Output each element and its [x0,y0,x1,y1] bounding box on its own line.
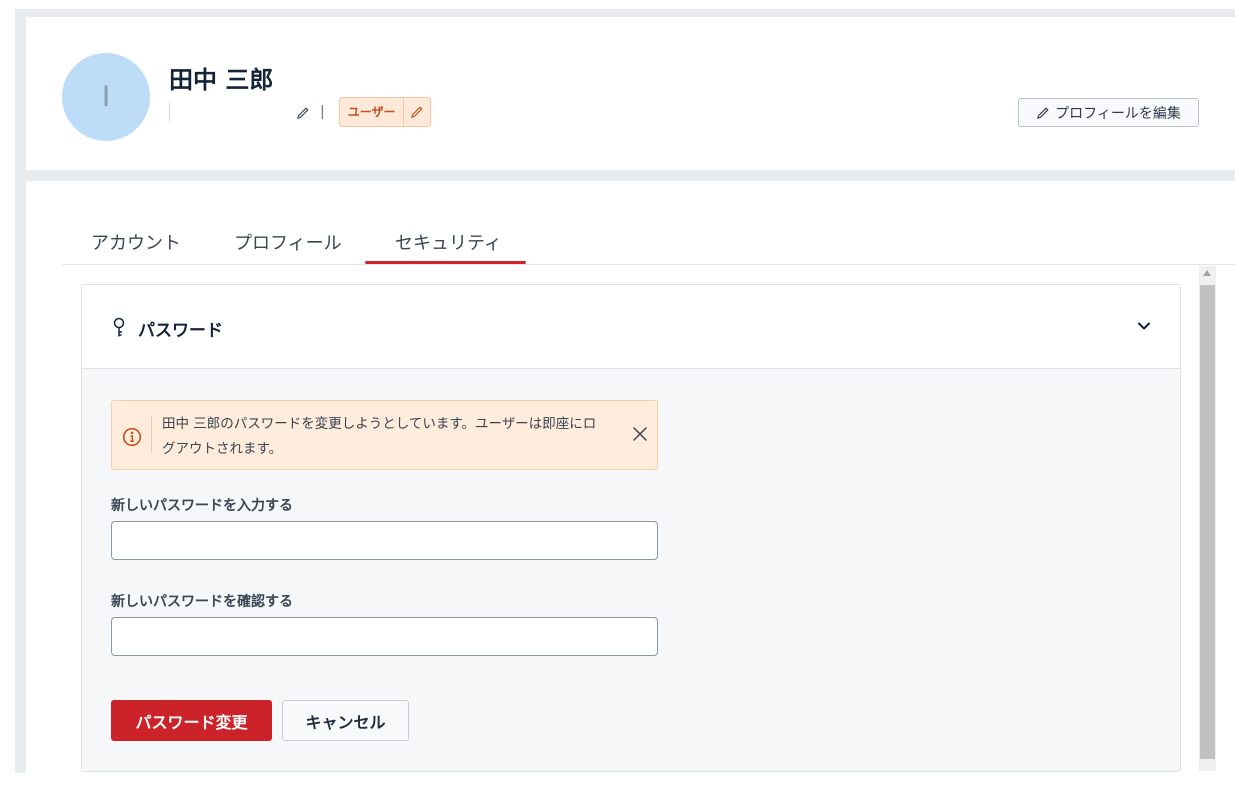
tab-profile[interactable]: プロフィール [234,229,342,255]
edit-profile-label: プロフィールを編集 [1055,105,1181,122]
alert-divider [151,416,152,452]
profile-header-card: I 田中 三郎 | ユーザー プロフィールを編集 [26,17,1235,170]
edit-role-button[interactable] [403,98,430,126]
user-meta-row: | ユーザー [169,97,432,127]
active-tab-indicator [365,261,526,264]
content-card: アカウント プロフィール セキュリティ パスワード 田中 三郎のパスワードを変更… [26,181,1235,787]
role-label: ユーザー [347,105,396,119]
new-password-label: 新しいパスワードを入力する [111,498,293,514]
chevron-down-icon[interactable] [1137,319,1151,333]
scroll-thumb[interactable] [1200,285,1215,759]
close-icon[interactable] [632,426,648,442]
new-password-input[interactable] [111,521,658,560]
password-panel-header[interactable]: パスワード [82,285,1180,369]
meta-separator: | [320,104,325,120]
password-panel: パスワード 田中 三郎のパスワードを変更しようとしています。ユーザーは即座にログ… [81,284,1181,772]
scrollbar[interactable] [1199,266,1216,771]
role-badge: ユーザー [338,97,432,127]
change-password-button[interactable]: パスワード変更 [111,700,272,741]
confirm-password-label: 新しいパスワードを確認する [111,594,293,610]
user-name: 田中 三郎 [169,66,274,94]
cancel-button[interactable]: キャンセル [282,700,409,741]
warning-alert: 田中 三郎のパスワードを変更しようとしています。ユーザーは即座にログアウトされま… [111,400,658,470]
confirm-password-input[interactable] [111,617,658,656]
tab-security[interactable]: セキュリティ [395,229,502,255]
pencil-icon[interactable] [296,105,310,119]
pencil-icon [411,106,423,118]
pencil-icon [1037,107,1049,119]
key-icon [113,317,125,337]
scroll-up-arrow[interactable] [1203,270,1211,276]
text-cursor [169,103,170,121]
panel-title: パスワード [138,321,223,341]
tab-account[interactable]: アカウント [91,229,181,255]
edit-profile-button[interactable]: プロフィールを編集 [1018,98,1199,127]
tab-bar: アカウント プロフィール セキュリティ [62,211,1235,265]
info-icon [122,427,142,447]
avatar: I [62,53,150,141]
alert-message: 田中 三郎のパスワードを変更しようとしています。ユーザーは即座にログアウトされま… [162,416,597,457]
